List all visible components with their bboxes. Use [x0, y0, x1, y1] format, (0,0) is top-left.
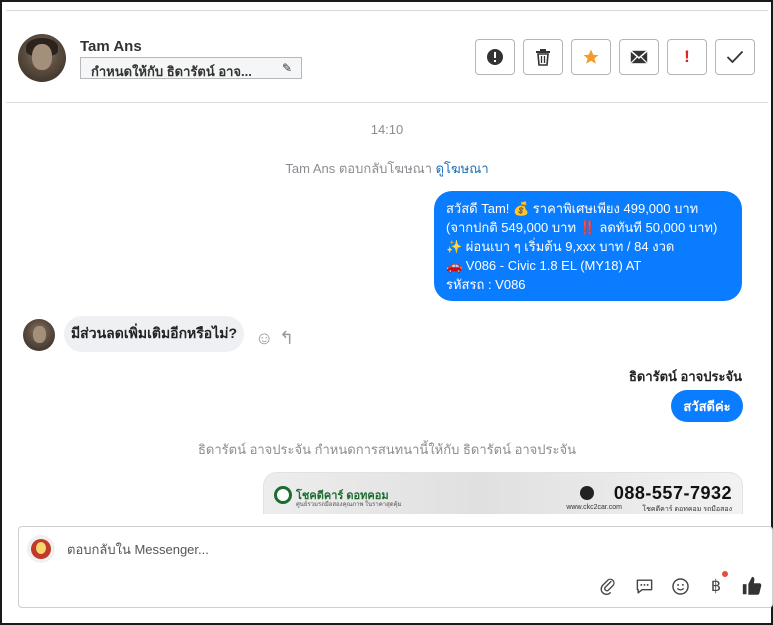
dealer-facebook: โชคดีคาร์ ดอทคอม รถมือสอง	[642, 506, 732, 513]
agent-message-bubble[interactable]: สวัสดีค่ะ	[671, 390, 743, 422]
paperclip-icon[interactable]	[597, 575, 619, 597]
trash-icon	[536, 49, 550, 66]
customer-message-bubble[interactable]: มีส่วนลดเพิ่มเติมอีกหรือไม่?	[64, 316, 244, 352]
contact-avatar[interactable]	[18, 34, 66, 82]
star-icon	[583, 49, 599, 64]
done-button[interactable]	[715, 39, 755, 75]
ad-reply-notice: Tam Ans ตอบกลับโฆษณา ดูโฆษณา	[285, 161, 489, 176]
baht-icon[interactable]: ฿	[705, 575, 727, 597]
dealer-tagline: ศูนย์รวมรถมือสองคุณภาพ ในราคาสุดคุ้ม	[296, 502, 402, 508]
message-timestamp: 14:10	[370, 122, 404, 137]
customer-avatar[interactable]	[23, 319, 55, 351]
promo-line: รหัสรถ : V086	[446, 277, 526, 292]
emoji-icon[interactable]	[669, 575, 691, 597]
exclamation-icon: !	[684, 47, 690, 66]
promo-line: สวัสดี Tam! 💰 ราคาพิเศษเพียง 499,000 บาท	[446, 201, 699, 216]
check-icon	[726, 50, 744, 64]
reply-arrow-icon[interactable]: ↰	[279, 328, 294, 349]
react-emoji-icon[interactable]: ☺	[255, 328, 273, 349]
promo-message-bubble[interactable]: สวัสดี Tam! 💰 ราคาพิเศษเพียง 499,000 บาท…	[434, 191, 742, 301]
assign-label: กำหนดให้กับ ธิดารัตน์ อาจ...	[91, 64, 252, 79]
saved-replies-icon[interactable]	[633, 575, 655, 597]
dealer-phone: 088-557-7932	[613, 483, 732, 503]
message-thread[interactable]: 14:10 Tam Ans ตอบกลับโฆษณา ดูโฆษณา สวัสด…	[6, 104, 768, 514]
reply-input[interactable]	[67, 542, 627, 557]
mark-unread-button[interactable]	[619, 39, 659, 75]
page-avatar	[27, 535, 55, 563]
promo-line: 🚗 V086 - Civic 1.8 EL (MY18) AT	[446, 258, 642, 273]
notification-dot	[722, 571, 728, 577]
envelope-icon	[630, 50, 648, 64]
agent-name: ธิดารัตน์ อาจประจัน	[628, 369, 742, 384]
alert-circle-icon	[487, 49, 503, 65]
promo-line: ✨ ผ่อนเบา ๆ เริ่มต้น 9,xxx บาท / 84 งวด	[446, 239, 675, 254]
assignment-notice: ธิดารัตน์ อาจประจัน กำหนดการสนทนานี้ให้ก…	[197, 442, 577, 457]
like-icon[interactable]	[741, 575, 763, 597]
assign-dropdown[interactable]: กำหนดให้กับ ธิดารัตน์ อาจ... ✎	[80, 57, 302, 79]
reply-composer: ฿	[18, 526, 773, 608]
pencil-icon: ✎	[281, 61, 292, 75]
important-button[interactable]: !	[667, 39, 707, 75]
spam-button[interactable]	[475, 39, 515, 75]
promo-line: (จากปกติ 549,000 บาท ‼️ ลดทันที 50,000 บ…	[446, 220, 718, 235]
dealer-website: www.ckc2car.com	[566, 504, 622, 511]
conversation-header: Tam Ans กำหนดให้กับ ธิดารัตน์ อาจ... ✎ !	[6, 11, 768, 103]
delete-button[interactable]	[523, 39, 563, 75]
view-ad-link[interactable]: ดูโฆษณา	[436, 161, 489, 176]
dealer-logo-icon	[274, 486, 292, 504]
contact-name[interactable]: Tam Ans	[80, 38, 142, 55]
star-button[interactable]	[571, 39, 611, 75]
image-attachment-card[interactable]: โชคดีคาร์ ดอทคอม ศูนย์รวมรถมือสองคุณภาพ …	[263, 472, 743, 514]
phone-icon	[580, 486, 594, 500]
